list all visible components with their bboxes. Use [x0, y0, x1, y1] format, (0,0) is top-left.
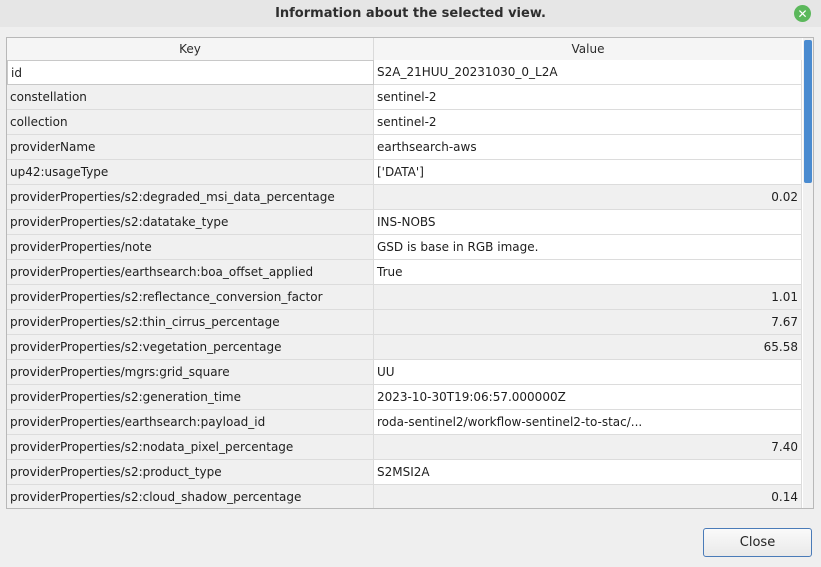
value-cell[interactable]: 1.01	[374, 285, 802, 310]
table-row[interactable]: providerProperties/s2:product_type S2MSI2…	[7, 460, 802, 485]
key-cell[interactable]: constellation	[7, 85, 374, 110]
properties-table[interactable]: Key Value id S2A_21HUU_20231030_0_L2A cons…	[6, 37, 814, 509]
value-cell[interactable]: earthsearch-aws	[374, 135, 802, 160]
value-cell[interactable]: S2A_21HUU_20231030_0_L2A	[374, 60, 802, 85]
table-row[interactable]: providerProperties/s2:thin_cirrus_percen…	[7, 310, 802, 335]
table-body: id S2A_21HUU_20231030_0_L2A constellation s…	[7, 60, 802, 508]
table-row[interactable]: id S2A_21HUU_20231030_0_L2A	[7, 60, 802, 85]
column-header-value[interactable]: Value	[374, 38, 802, 60]
key-cell[interactable]: providerName	[7, 135, 374, 160]
table-row[interactable]: providerProperties/earthsearch:payload_i…	[7, 410, 802, 435]
value-cell[interactable]: S2MSI2A	[374, 460, 802, 485]
table-row[interactable]: providerProperties/s2:datatake_type INS-N…	[7, 210, 802, 235]
key-cell[interactable]: providerProperties/earthsearch:boa_offse…	[7, 260, 374, 285]
key-cell[interactable]: providerProperties/s2:generation_time	[7, 385, 374, 410]
table-row[interactable]: providerProperties/s2:degraded_msi_data_…	[7, 185, 802, 210]
key-cell[interactable]: providerProperties/s2:product_type	[7, 460, 374, 485]
value-cell[interactable]: 65.58	[374, 335, 802, 360]
key-cell[interactable]: collection	[7, 110, 374, 135]
value-cell[interactable]: 7.67	[374, 310, 802, 335]
key-cell[interactable]: providerProperties/note	[7, 235, 374, 260]
value-cell[interactable]: sentinel-2	[374, 85, 802, 110]
key-cell[interactable]: up42:usageType	[7, 160, 374, 185]
table-row[interactable]: providerProperties/s2:nodata_pixel_perce…	[7, 435, 802, 460]
value-cell[interactable]: 0.14	[374, 485, 802, 508]
table-row[interactable]: providerProperties/s2:cloud_shadow_perce…	[7, 485, 802, 508]
table-row[interactable]: providerName earthsearch-aws	[7, 135, 802, 160]
table-row[interactable]: constellation sentinel-2	[7, 85, 802, 110]
key-cell[interactable]: providerProperties/s2:degraded_msi_data_…	[7, 185, 374, 210]
vertical-scrollbar[interactable]	[803, 38, 813, 508]
key-cell[interactable]: providerProperties/s2:vegetation_percent…	[7, 335, 374, 360]
value-cell[interactable]: ['DATA']	[374, 160, 802, 185]
value-cell[interactable]: GSD is base in RGB image.	[374, 235, 802, 260]
key-cell[interactable]: providerProperties/earthsearch:payload_i…	[7, 410, 374, 435]
scrollbar-thumb[interactable]	[804, 40, 812, 183]
table-row[interactable]: providerProperties/mgrs:grid_square UU	[7, 360, 802, 385]
key-cell[interactable]: providerProperties/s2:datatake_type	[7, 210, 374, 235]
table-row[interactable]: providerProperties/s2:generation_time 202…	[7, 385, 802, 410]
key-cell[interactable]: providerProperties/s2:nodata_pixel_perce…	[7, 435, 374, 460]
key-cell[interactable]: providerProperties/s2:reflectance_conver…	[7, 285, 374, 310]
key-cell[interactable]: providerProperties/s2:cloud_shadow_perce…	[7, 485, 374, 508]
dialog-title: Information about the selected view.	[275, 6, 546, 21]
value-cell[interactable]: UU	[374, 360, 802, 385]
key-cell[interactable]: providerProperties/s2:thin_cirrus_percen…	[7, 310, 374, 335]
close-button[interactable]: Close	[703, 528, 812, 557]
column-header-key[interactable]: Key	[7, 38, 374, 60]
key-cell[interactable]: id	[7, 60, 374, 85]
table-row[interactable]: providerProperties/earthsearch:boa_offse…	[7, 260, 802, 285]
table-row[interactable]: providerProperties/s2:vegetation_percent…	[7, 335, 802, 360]
table-row[interactable]: up42:usageType ['DATA']	[7, 160, 802, 185]
value-cell[interactable]: roda-sentinel2/workflow-sentinel2-to-sta…	[374, 410, 802, 435]
value-cell[interactable]: sentinel-2	[374, 110, 802, 135]
table-row[interactable]: providerProperties/note GSD is base in RG…	[7, 235, 802, 260]
value-cell[interactable]: INS-NOBS	[374, 210, 802, 235]
table-row[interactable]: providerProperties/s2:reflectance_conver…	[7, 285, 802, 310]
value-cell[interactable]: 0.02	[374, 185, 802, 210]
key-cell[interactable]: providerProperties/mgrs:grid_square	[7, 360, 374, 385]
dialog-titlebar: Information about the selected view. ✕	[0, 0, 821, 27]
value-cell[interactable]: True	[374, 260, 802, 285]
value-cell[interactable]: 7.40	[374, 435, 802, 460]
value-cell[interactable]: 2023-10-30T19:06:57.000000Z	[374, 385, 802, 410]
table-header: Key Value	[7, 38, 802, 60]
table-row[interactable]: collection sentinel-2	[7, 110, 802, 135]
close-icon[interactable]: ✕	[794, 5, 811, 22]
